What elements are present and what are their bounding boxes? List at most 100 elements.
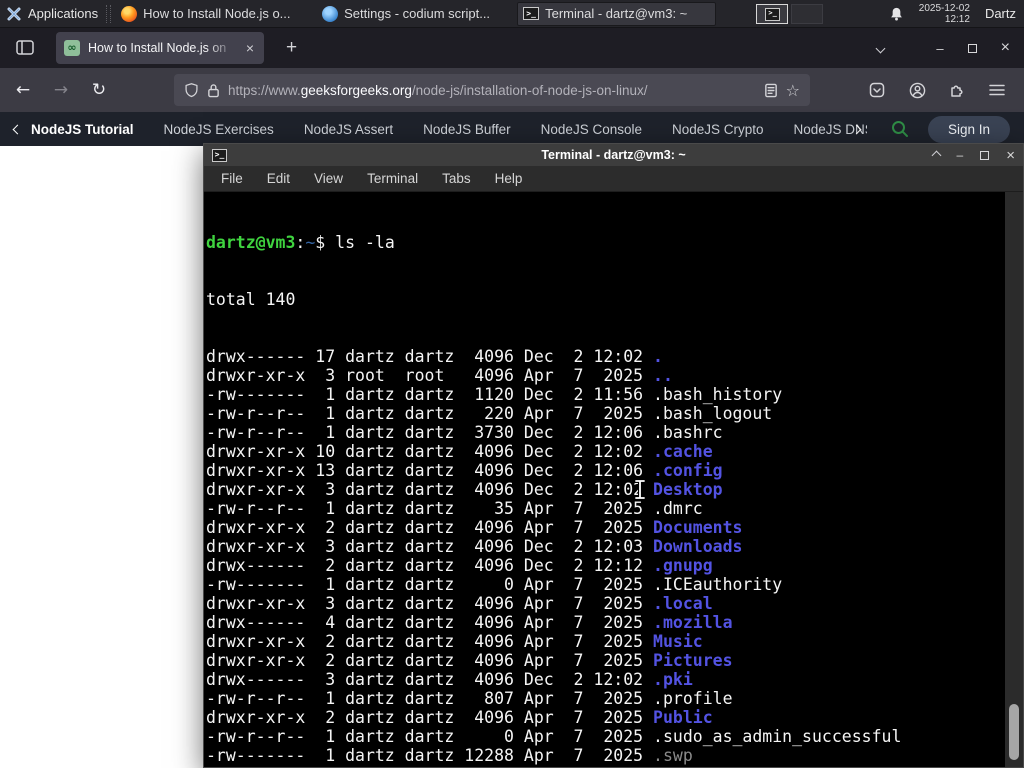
terminal-output: dartz@vm3:~$ ls -la total 140 drwx------… bbox=[204, 192, 1023, 767]
terminal-body[interactable]: dartz@vm3:~$ ls -la total 140 drwx------… bbox=[204, 192, 1023, 767]
url-scheme: https://www. bbox=[228, 82, 301, 98]
window-buttons-area: How to Install Node.js o... Settings - c… bbox=[115, 1, 717, 26]
terminal-output-line: drwxr-xr-x 2 dartz dartz 4096 Apr 7 2025… bbox=[206, 518, 743, 537]
url-text: https://www.geeksforgeeks.org/node-js/in… bbox=[228, 83, 756, 98]
vscodium-icon bbox=[322, 5, 339, 22]
terminal-app-icon: >_ bbox=[212, 148, 227, 162]
account-icon[interactable] bbox=[902, 75, 932, 105]
terminal-output-line: -rw-r--r-- 1 dartz dartz 35 Apr 7 2025 .… bbox=[206, 499, 703, 518]
terminal-menu-item[interactable]: Tabs bbox=[431, 169, 482, 188]
applications-menu-button[interactable]: Applications bbox=[0, 0, 106, 27]
chevron-down-icon bbox=[875, 43, 886, 54]
prompt-colon: : bbox=[295, 233, 306, 252]
browser-maximize-button[interactable] bbox=[967, 43, 977, 53]
terminal-menu-item[interactable]: Terminal bbox=[356, 169, 429, 188]
clock-time: 12:12 bbox=[944, 13, 970, 25]
site-nav-link[interactable]: NodeJS Console bbox=[541, 122, 642, 137]
terminal-title: Terminal - dartz@vm3: ~ bbox=[541, 148, 686, 162]
browser-window-controls: – × bbox=[936, 39, 1010, 57]
new-tab-button[interactable]: + bbox=[278, 35, 305, 61]
site-nav-link[interactable]: NodeJS Assert bbox=[304, 122, 393, 137]
site-nav-link[interactable]: NodeJS Crypto bbox=[672, 122, 764, 137]
terminal-maximize-button[interactable] bbox=[980, 150, 990, 160]
text-cursor-pointer bbox=[634, 479, 646, 500]
terminal-menu-item[interactable]: Help bbox=[484, 169, 534, 188]
prompt-path: ~ bbox=[305, 233, 316, 252]
terminal-output-line: -rw------- 1 dartz dartz 12288 Apr 7 202… bbox=[206, 746, 693, 765]
url-bar[interactable]: https://www.geeksforgeeks.org/node-js/in… bbox=[174, 74, 810, 106]
terminal-output-line: drwxr-xr-x 3 dartz dartz 4096 Dec 2 12:0… bbox=[206, 480, 723, 499]
terminal-menu-bar: File Edit View Terminal Tabs Help bbox=[204, 166, 1023, 192]
terminal-output-line: drwx------ 4 dartz dartz 4096 Apr 7 2025… bbox=[206, 613, 733, 632]
terminal-output-line: -rw-r--r-- 1 dartz dartz 807 Apr 7 2025 … bbox=[206, 689, 733, 708]
terminal-output-line: -rw-r--r-- 1 dartz dartz 3730 Dec 2 12:0… bbox=[206, 423, 723, 442]
list-all-tabs-button[interactable] bbox=[875, 39, 886, 57]
browser-tab-strip: ∞ How to Install Node.js on × + – × bbox=[0, 28, 1024, 68]
forward-button[interactable]: → bbox=[46, 75, 76, 105]
reload-button[interactable]: ↻ bbox=[84, 75, 114, 105]
url-host: geeksforgeeks.org bbox=[300, 82, 412, 98]
browser-close-button[interactable]: × bbox=[1001, 39, 1010, 57]
terminal-prompt-line: dartz@vm3:~$ ls -la bbox=[206, 233, 1003, 252]
browser-minimize-button[interactable]: – bbox=[936, 41, 943, 56]
top-panel: Applications How to Install Node.js o...… bbox=[0, 0, 1024, 28]
site-nav-links: NodeJS Tutorial NodeJS Exercises NodeJS As… bbox=[31, 122, 867, 137]
terminal-menu-item[interactable]: Edit bbox=[256, 169, 301, 188]
tracking-shield-icon[interactable] bbox=[184, 82, 199, 98]
back-button[interactable]: ← bbox=[8, 75, 38, 105]
taskbar-window-button[interactable]: >_ Terminal - dartz@vm3: ~ bbox=[517, 1, 717, 26]
menu-hamburger-icon[interactable] bbox=[982, 75, 1012, 105]
terminal-output-line: drwx------ 17 dartz dartz 4096 Dec 2 12:… bbox=[206, 347, 663, 366]
taskbar-window-button[interactable]: How to Install Node.js o... bbox=[115, 2, 314, 26]
site-nav-link[interactable]: NodeJS Tutorial bbox=[31, 122, 134, 137]
toolbar-right-icons bbox=[862, 75, 1012, 105]
applications-label: Applications bbox=[28, 6, 99, 21]
panel-separator bbox=[106, 4, 112, 23]
terminal-scrollbar[interactable] bbox=[1005, 192, 1023, 767]
terminal-icon: >_ bbox=[523, 7, 540, 20]
terminal-output-line: drwxr-xr-x 13 dartz dartz 4096 Dec 2 12:… bbox=[206, 461, 723, 480]
search-icon[interactable] bbox=[890, 119, 910, 139]
terminal-output-line: drwxr-xr-x 2 dartz dartz 4096 Apr 7 2025… bbox=[206, 651, 733, 670]
terminal-shade-button[interactable] bbox=[931, 150, 941, 160]
ls-listing: drwx------ 17 dartz dartz 4096 Dec 2 12:… bbox=[206, 347, 1003, 767]
terminal-output-line: -rw------- 1 dartz dartz 0 Apr 7 2025 .I… bbox=[206, 575, 783, 594]
nav-scroll-left-icon[interactable] bbox=[12, 124, 23, 134]
lock-icon[interactable] bbox=[207, 83, 220, 98]
bookmark-star-icon[interactable]: ☆ bbox=[786, 81, 800, 100]
site-nav-bar: NodeJS Tutorial NodeJS Exercises NodeJS As… bbox=[0, 112, 1024, 146]
workspace-switcher: >_ bbox=[756, 3, 824, 24]
firefox-view-button[interactable] bbox=[10, 34, 40, 62]
terminal-title-bar[interactable]: >_ Terminal - dartz@vm3: ~ – × bbox=[204, 144, 1023, 166]
site-nav-link[interactable]: NodeJS Buffer bbox=[423, 122, 511, 137]
terminal-close-button[interactable]: × bbox=[1006, 147, 1015, 164]
pocket-save-icon[interactable] bbox=[862, 75, 892, 105]
tab-close-icon[interactable]: × bbox=[244, 40, 256, 56]
sign-in-button[interactable]: Sign In bbox=[927, 115, 1010, 143]
notification-bell-icon[interactable] bbox=[889, 6, 904, 22]
terminal-output-line: drwxr-xr-x 10 dartz dartz 4096 Dec 2 12:… bbox=[206, 442, 713, 461]
workspace-2[interactable] bbox=[791, 3, 824, 24]
panel-clock[interactable]: 2025-12-02 12:12 bbox=[919, 3, 970, 25]
workspace-terminal-icon: >_ bbox=[765, 7, 781, 21]
terminal-minimize-button[interactable]: – bbox=[957, 148, 964, 162]
reader-view-icon[interactable] bbox=[764, 83, 778, 98]
taskbar-window-button[interactable]: Settings - codium script... bbox=[316, 2, 515, 26]
site-nav-link[interactable]: NodeJS Exercises bbox=[164, 122, 274, 137]
terminal-menu-item[interactable]: View bbox=[303, 169, 354, 188]
terminal-output-line: drwxr-xr-x 3 dartz dartz 4096 Apr 7 2025… bbox=[206, 594, 713, 613]
url-path: /node-js/installation-of-node-js-on-linu… bbox=[411, 82, 648, 98]
terminal-output-line: drwxr-xr-x 2 dartz dartz 4096 Apr 7 2025… bbox=[206, 765, 1003, 767]
firefox-icon bbox=[121, 5, 138, 22]
terminal-scrollbar-thumb[interactable] bbox=[1009, 704, 1019, 760]
browser-tab[interactable]: ∞ How to Install Node.js on × bbox=[56, 32, 264, 64]
terminal-menu-item[interactable]: File bbox=[210, 169, 254, 188]
prompt-user-host: dartz@vm3 bbox=[206, 233, 296, 252]
panel-user-label[interactable]: Dartz bbox=[985, 6, 1016, 21]
workspace-1[interactable]: >_ bbox=[756, 3, 789, 24]
extensions-puzzle-icon[interactable] bbox=[942, 75, 972, 105]
terminal-output-line: -rw------- 1 dartz dartz 1120 Dec 2 11:5… bbox=[206, 385, 783, 404]
terminal-total-line: total 140 bbox=[206, 290, 296, 309]
terminal-output-line: drwxr-xr-x 3 root root 4096 Apr 7 2025 .… bbox=[206, 366, 673, 385]
panel-status-area: 2025-12-02 12:12 Dartz bbox=[889, 3, 1024, 25]
